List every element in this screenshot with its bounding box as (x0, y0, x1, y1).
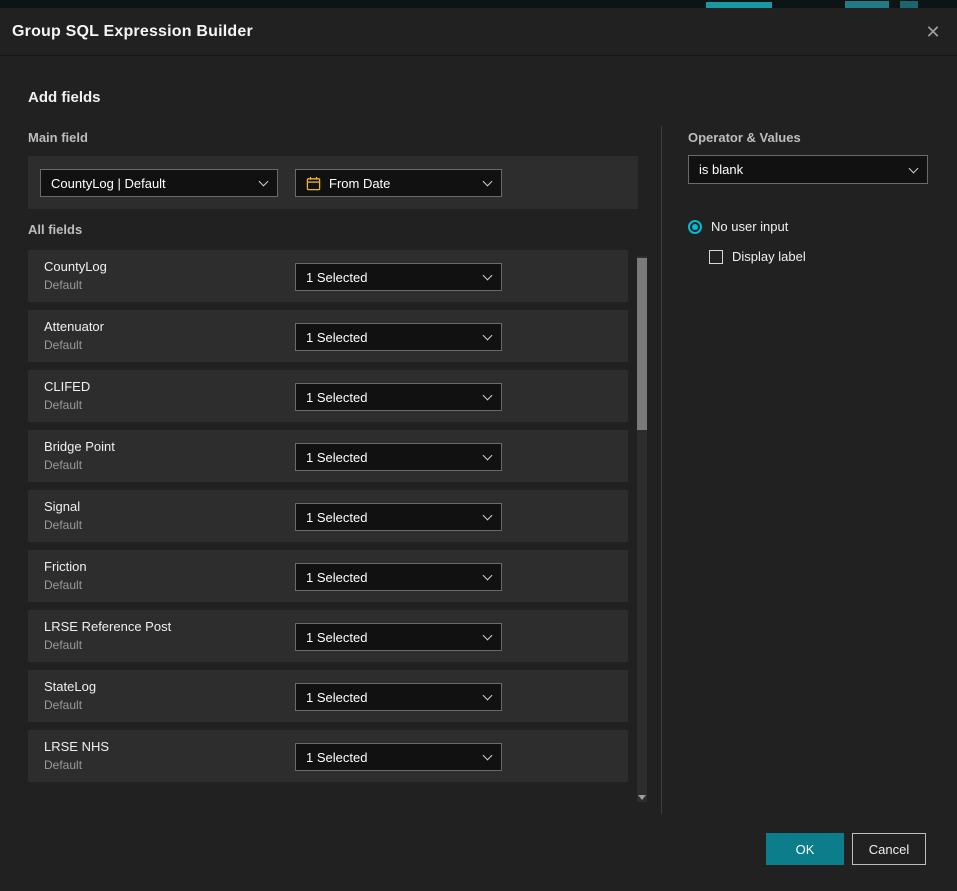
display-label-checkbox[interactable]: Display label (709, 249, 806, 264)
vertical-divider (661, 126, 662, 814)
field-selected-dropdown[interactable]: 1 Selected (295, 503, 502, 531)
calendar-icon (306, 176, 321, 191)
chevron-down-icon (483, 271, 493, 281)
field-name: Attenuator (44, 319, 104, 334)
field-row: LRSE NHS Default 1 Selected (28, 730, 628, 782)
dialog-title: Group SQL Expression Builder (12, 8, 253, 56)
all-fields-label: All fields (28, 222, 82, 237)
chevron-down-icon (483, 331, 493, 341)
field-row: StateLog Default 1 Selected (28, 670, 628, 722)
main-field-date-value: From Date (329, 176, 476, 191)
selected-count-label: 1 Selected (306, 690, 476, 705)
operator-value: is blank (699, 162, 902, 177)
field-selected-dropdown[interactable]: 1 Selected (295, 683, 502, 711)
background-app-sliver (0, 0, 957, 8)
field-row: CountyLog Default 1 Selected (28, 250, 628, 302)
dialog-header: Group SQL Expression Builder ✕ (0, 8, 957, 56)
field-selected-dropdown[interactable]: 1 Selected (295, 383, 502, 411)
selected-count-label: 1 Selected (306, 570, 476, 585)
field-name: CLIFED (44, 379, 90, 394)
chevron-down-icon (259, 177, 269, 187)
main-field-source-dropdown[interactable]: CountyLog | Default (40, 169, 278, 197)
cancel-button[interactable]: Cancel (852, 833, 926, 865)
field-name: Signal (44, 499, 80, 514)
main-field-source-value: CountyLog | Default (51, 176, 252, 191)
field-name: Bridge Point (44, 439, 115, 454)
background-fragment (900, 1, 918, 8)
field-selected-dropdown[interactable]: 1 Selected (295, 323, 502, 351)
field-subtitle: Default (44, 458, 82, 472)
selected-count-label: 1 Selected (306, 630, 476, 645)
chevron-down-icon (909, 163, 919, 173)
field-row: Attenuator Default 1 Selected (28, 310, 628, 362)
selected-count-label: 1 Selected (306, 450, 476, 465)
field-subtitle: Default (44, 578, 82, 592)
radio-label: No user input (711, 219, 788, 234)
field-subtitle: Default (44, 518, 82, 532)
operator-values-heading: Operator & Values (688, 130, 801, 145)
field-name: LRSE Reference Post (44, 619, 171, 634)
field-row: Bridge Point Default 1 Selected (28, 430, 628, 482)
field-name: StateLog (44, 679, 96, 694)
selected-count-label: 1 Selected (306, 330, 476, 345)
ok-button[interactable]: OK (766, 833, 844, 865)
chevron-down-icon (483, 451, 493, 461)
field-subtitle: Default (44, 698, 82, 712)
field-selected-dropdown[interactable]: 1 Selected (295, 623, 502, 651)
main-field-panel: CountyLog | Default From Date (28, 156, 638, 209)
field-selected-dropdown[interactable]: 1 Selected (295, 443, 502, 471)
field-subtitle: Default (44, 758, 82, 772)
radio-selected-icon (688, 220, 702, 234)
chevron-down-icon (483, 391, 493, 401)
all-fields-scrollbar[interactable] (637, 256, 647, 802)
field-subtitle: Default (44, 638, 82, 652)
field-subtitle: Default (44, 278, 82, 292)
field-name: LRSE NHS (44, 739, 109, 754)
close-icon[interactable]: ✕ (921, 20, 945, 44)
field-selected-dropdown[interactable]: 1 Selected (295, 563, 502, 591)
selected-count-label: 1 Selected (306, 750, 476, 765)
field-name: Friction (44, 559, 87, 574)
field-row: Signal Default 1 Selected (28, 490, 628, 542)
selected-count-label: 1 Selected (306, 270, 476, 285)
no-user-input-radio[interactable]: No user input (688, 219, 788, 234)
selected-count-label: 1 Selected (306, 390, 476, 405)
chevron-down-icon (483, 691, 493, 701)
checkbox-label: Display label (732, 249, 806, 264)
field-selected-dropdown[interactable]: 1 Selected (295, 263, 502, 291)
chevron-down-icon (483, 751, 493, 761)
all-fields-list: CountyLog Default 1 Selected Attenuator … (28, 250, 628, 790)
field-subtitle: Default (44, 338, 82, 352)
field-name: CountyLog (44, 259, 107, 274)
scroll-down-arrow[interactable] (638, 795, 646, 800)
main-field-date-dropdown[interactable]: From Date (295, 169, 502, 197)
selected-count-label: 1 Selected (306, 510, 476, 525)
chevron-down-icon (483, 511, 493, 521)
add-fields-heading: Add fields (28, 89, 101, 106)
field-selected-dropdown[interactable]: 1 Selected (295, 743, 502, 771)
chevron-down-icon (483, 571, 493, 581)
operator-dropdown[interactable]: is blank (688, 155, 928, 184)
field-row: Friction Default 1 Selected (28, 550, 628, 602)
chevron-down-icon (483, 631, 493, 641)
scrollbar-thumb[interactable] (637, 258, 647, 430)
field-subtitle: Default (44, 398, 82, 412)
field-row: CLIFED Default 1 Selected (28, 370, 628, 422)
field-row: LRSE Reference Post Default 1 Selected (28, 610, 628, 662)
background-fragment (845, 1, 889, 8)
checkbox-unchecked-icon (709, 250, 723, 264)
main-field-label: Main field (28, 130, 88, 145)
chevron-down-icon (483, 177, 493, 187)
group-sql-expression-builder-dialog: Group SQL Expression Builder ✕ Add field… (0, 8, 957, 891)
